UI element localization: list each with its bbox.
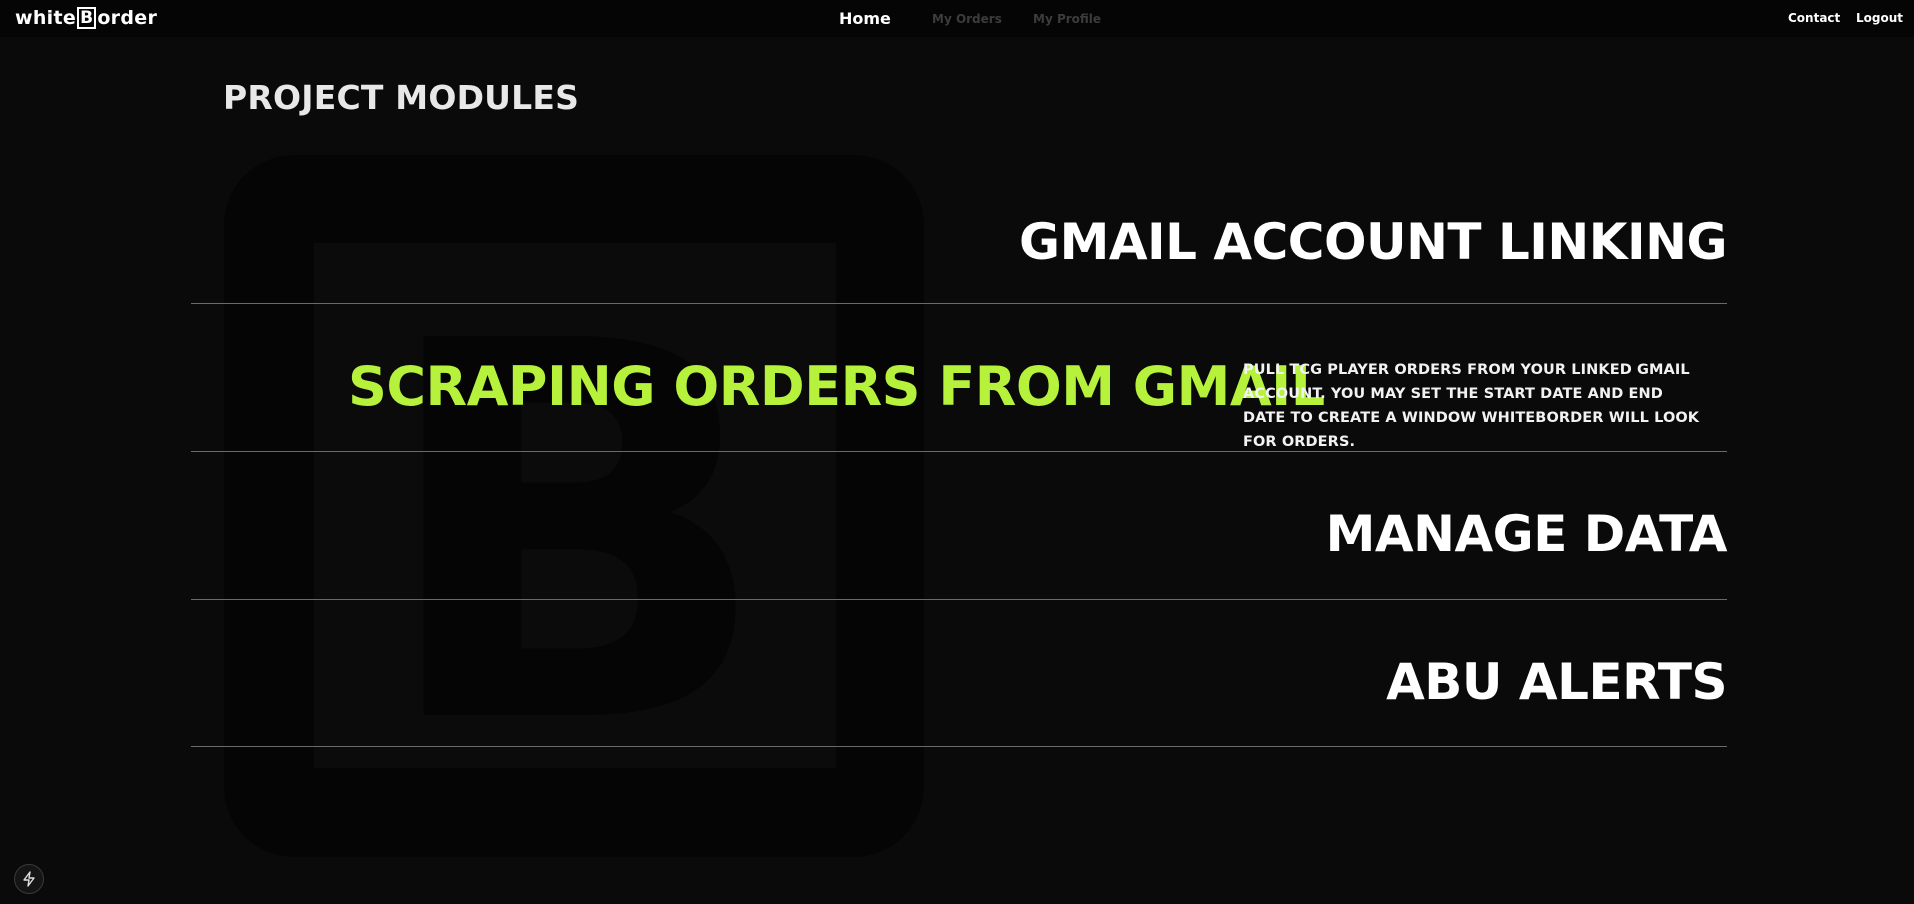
main-nav: Home My Orders My Profile (0, 0, 1914, 37)
module-scraping-orders[interactable]: SCRAPING ORDERS FROM GMAIL PULL TCG PLAY… (191, 304, 1727, 452)
nav-logout[interactable]: Logout (1856, 11, 1903, 25)
logo-boxed-letter: B (77, 7, 97, 29)
bolt-button[interactable] (14, 864, 44, 894)
nav-contact[interactable]: Contact (1788, 11, 1840, 25)
nav-home[interactable]: Home (839, 9, 891, 28)
nav-my-orders[interactable]: My Orders (932, 12, 1002, 26)
module-title-active: SCRAPING ORDERS FROM GMAIL (348, 355, 1325, 418)
module-description: PULL TCG PLAYER ORDERS FROM YOUR LINKED … (1243, 362, 1700, 450)
module-gmail-account-linking[interactable]: GMAIL ACCOUNT LINKING (191, 156, 1727, 304)
module-title: GMAIL ACCOUNT LINKING (1019, 213, 1727, 271)
nav-my-profile[interactable]: My Profile (1033, 12, 1101, 26)
page: white Border Home My Orders My Profile Co… (0, 0, 1914, 904)
top-navbar: white Border Home My Orders My Profile Co… (0, 0, 1914, 37)
module-abu-alerts[interactable]: ABU ALERTS (191, 599, 1727, 747)
module-manage-data[interactable]: MANAGE DATA (191, 452, 1728, 600)
module-title: MANAGE DATA (1325, 505, 1728, 563)
page-title: PROJECT MODULES (223, 78, 580, 117)
module-title: ABU ALERTS (1386, 653, 1727, 711)
whiteborder-logo[interactable]: white Border (15, 5, 157, 31)
logo-prefix: white (15, 7, 77, 29)
bolt-icon (23, 871, 35, 887)
logo-suffix: order (97, 7, 158, 29)
